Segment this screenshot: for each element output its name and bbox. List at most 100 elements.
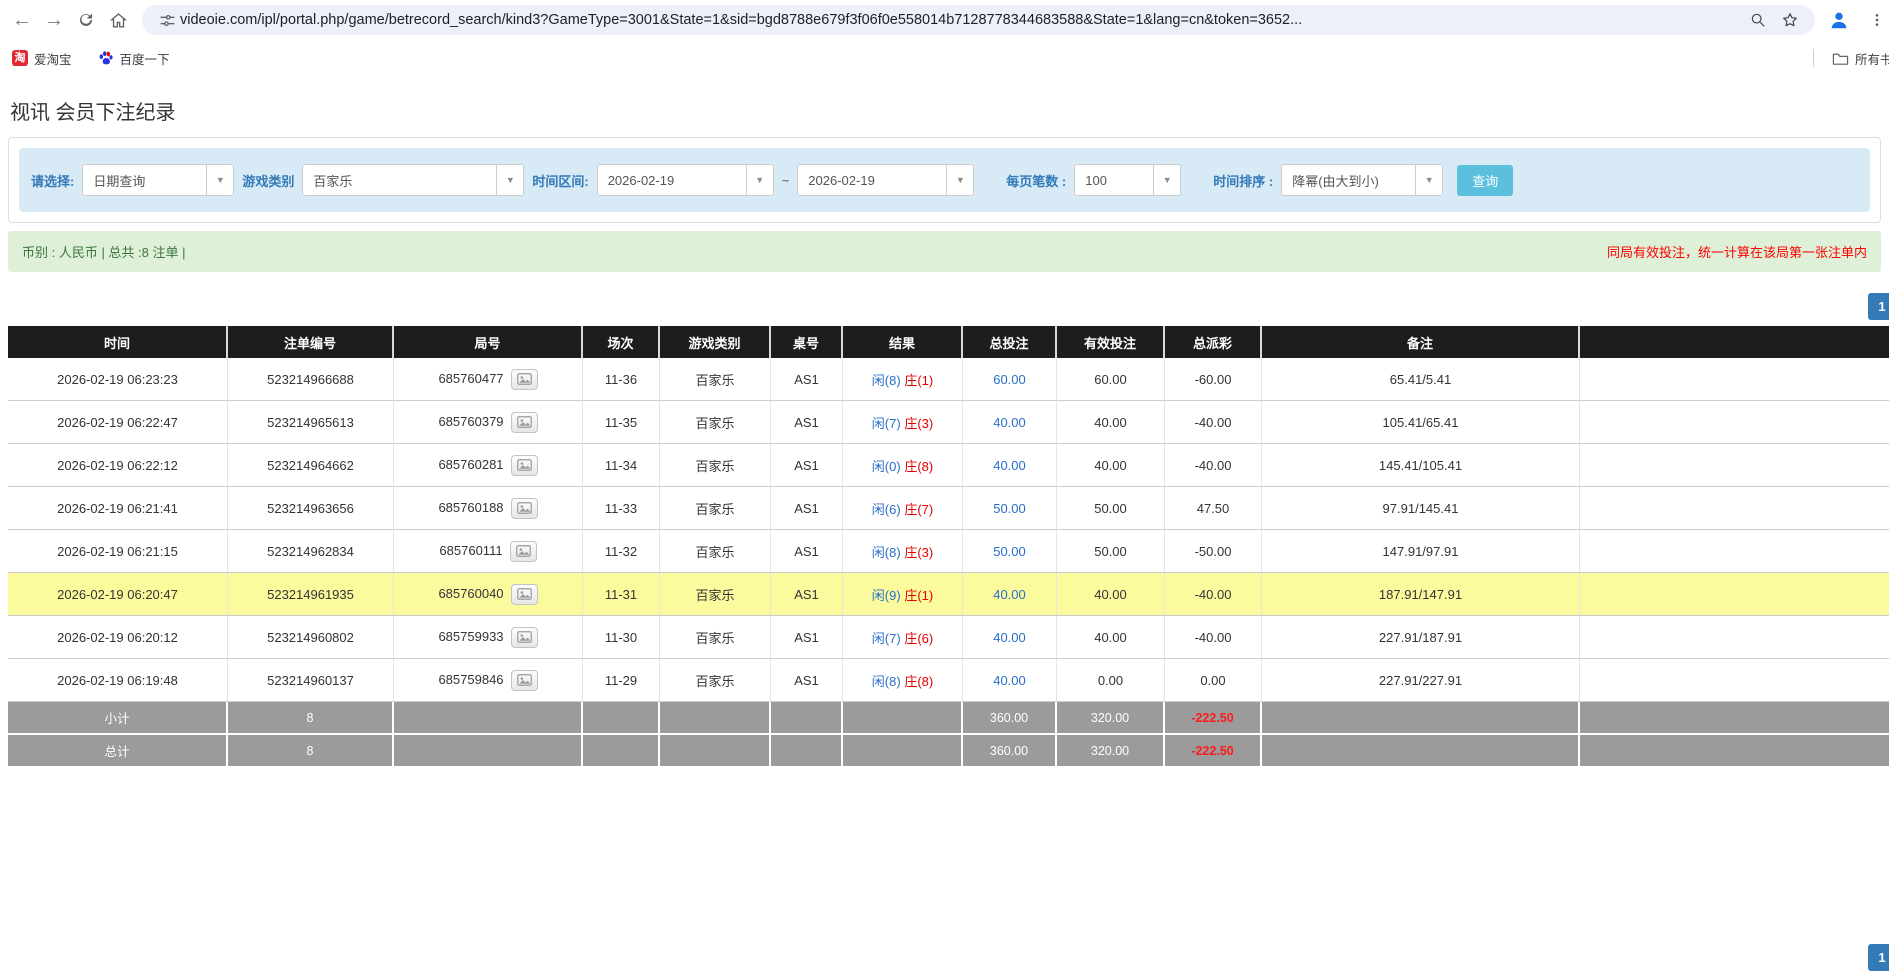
round-number: 685760379 [438,413,503,428]
cell-valid-bet: 40.00 [1057,573,1165,616]
bookmark-star-icon[interactable] [1777,7,1803,33]
bookmark-label: 爱淘宝 [34,49,72,68]
bookmark-item-baidu[interactable]: 百度一下 [98,49,170,68]
cell-bet-id: 523214960137 [228,659,394,702]
total-bet-link[interactable]: 40.00 [993,630,1026,645]
cell-result: 闲(8) 庄(3) [843,530,963,573]
date-range-label: 时间区间: [532,171,588,190]
summary-currency-count: 币别 : 人民币 | 总共 :8 注单 | [22,242,186,261]
total-bet-link[interactable]: 40.00 [993,458,1026,473]
round-image-icon[interactable] [511,412,538,433]
cell-valid-bet: 40.00 [1057,401,1165,444]
site-settings-icon[interactable] [154,7,180,33]
table-header-row: 时间注单编号局号场次游戏类别桌号结果总投注有效投注总派彩备注 [8,326,1889,358]
pagination-bottom: 1 [0,944,1889,971]
cell-round: 685760111 [394,530,583,573]
cell-extra [1580,573,1889,616]
column-header: 备注 [1262,326,1580,358]
table-row: 2026-02-19 06:23:23 523214966688 6857604… [8,358,1889,401]
back-button[interactable]: ← [6,4,38,36]
game-type-value: 百家乐 [303,165,496,195]
search-button[interactable]: 查询 [1457,165,1513,196]
cell-valid-bet: 40.00 [1057,616,1165,659]
total-bet-link[interactable]: 50.00 [993,501,1026,516]
column-header: 总派彩 [1165,326,1262,358]
round-image-icon[interactable] [511,455,538,476]
table-row: 2026-02-19 06:22:12 523214964662 6857602… [8,444,1889,487]
total-bet-link[interactable]: 40.00 [993,587,1026,602]
page-button-1[interactable]: 1 [1868,944,1889,971]
result-player: 闲(7) [872,416,901,431]
home-button[interactable] [102,4,134,36]
cell-extra [1580,444,1889,487]
date-type-select[interactable]: 日期查询 ▼ [82,164,234,196]
cell-result: 闲(9) 庄(1) [843,573,963,616]
round-image-icon[interactable] [511,369,538,390]
profile-avatar[interactable] [1823,4,1855,36]
zoom-icon[interactable] [1745,7,1771,33]
date-to-select[interactable]: 2026-02-19 ▼ [797,164,974,196]
cell-game: 百家乐 [660,444,771,487]
cell-extra [1580,487,1889,530]
range-separator: ~ [782,173,790,188]
page-size-label: 每页笔数 : [1006,171,1066,190]
result-player: 闲(8) [872,545,901,560]
cell-time: 2026-02-19 06:20:47 [8,573,228,616]
cell-valid-bet: 0.00 [1057,659,1165,702]
round-image-icon[interactable] [511,670,538,691]
cell-extra [1580,401,1889,444]
page-size-value: 100 [1075,165,1153,195]
column-header: 桌号 [771,326,843,358]
total-bet-link[interactable]: 40.00 [993,673,1026,688]
cell-time: 2026-02-19 06:21:41 [8,487,228,530]
address-bar[interactable]: videoie.com/ipl/portal.php/game/betrecor… [142,5,1815,35]
cell-bet-id: 523214962834 [228,530,394,573]
round-image-icon[interactable] [511,584,538,605]
cell-remark: 65.41/5.41 [1262,358,1580,401]
result-banker: 庄(8) [904,459,933,474]
total-bet-link[interactable]: 40.00 [993,415,1026,430]
cell-total-bet: 50.00 [963,487,1057,530]
round-image-icon[interactable] [510,541,537,562]
cell-bet-id: 523214964662 [228,444,394,487]
round-image-icon[interactable] [511,627,538,648]
url-text: videoie.com/ipl/portal.php/game/betrecor… [180,12,1302,28]
table-row: 2026-02-19 06:20:12 523214960802 6857599… [8,616,1889,659]
bookmark-item-taobao[interactable]: 淘 爱淘宝 [12,49,72,68]
game-type-select[interactable]: 百家乐 ▼ [302,164,524,196]
subtotal-payout: -222.50 [1165,702,1262,735]
date-from-select[interactable]: 2026-02-19 ▼ [597,164,774,196]
round-image-icon[interactable] [511,498,538,519]
cell-valid-bet: 60.00 [1057,358,1165,401]
cell-remark: 187.91/147.91 [1262,573,1580,616]
subtotal-total-bet: 360.00 [963,702,1057,735]
cell-table-no: AS1 [771,659,843,702]
cell-result: 闲(0) 庄(8) [843,444,963,487]
column-header: 场次 [583,326,660,358]
cell-total-bet: 40.00 [963,444,1057,487]
bookmarks-bar: 淘 爱淘宝 百度一下 所有书签 [0,40,1889,76]
page-button-1[interactable]: 1 [1868,293,1889,320]
cell-extra [1580,358,1889,401]
result-banker: 庄(7) [904,502,933,517]
chevron-down-icon: ▼ [1153,165,1180,195]
cell-session: 11-31 [583,573,660,616]
menu-kebab-icon[interactable] [1861,4,1889,36]
page-size-select[interactable]: 100 ▼ [1074,164,1181,196]
cell-total-bet: 50.00 [963,530,1057,573]
forward-button[interactable]: → [38,4,70,36]
total-bet-link[interactable]: 50.00 [993,544,1026,559]
all-bookmarks-button[interactable]: 所有书签 [1832,49,1889,68]
cell-remark: 227.91/187.91 [1262,616,1580,659]
cell-extra [1580,530,1889,573]
column-header: 游戏类别 [660,326,771,358]
table-row: 2026-02-19 06:19:48 523214960137 6857598… [8,659,1889,702]
chevron-down-icon: ▼ [496,165,523,195]
cell-session: 11-34 [583,444,660,487]
sort-order-select[interactable]: 降幂(由大到小) ▼ [1281,164,1443,196]
cell-table-no: AS1 [771,616,843,659]
total-bet-link[interactable]: 60.00 [993,372,1026,387]
reload-button[interactable] [70,4,102,36]
cell-bet-id: 523214966688 [228,358,394,401]
cell-round: 685760188 [394,487,583,530]
